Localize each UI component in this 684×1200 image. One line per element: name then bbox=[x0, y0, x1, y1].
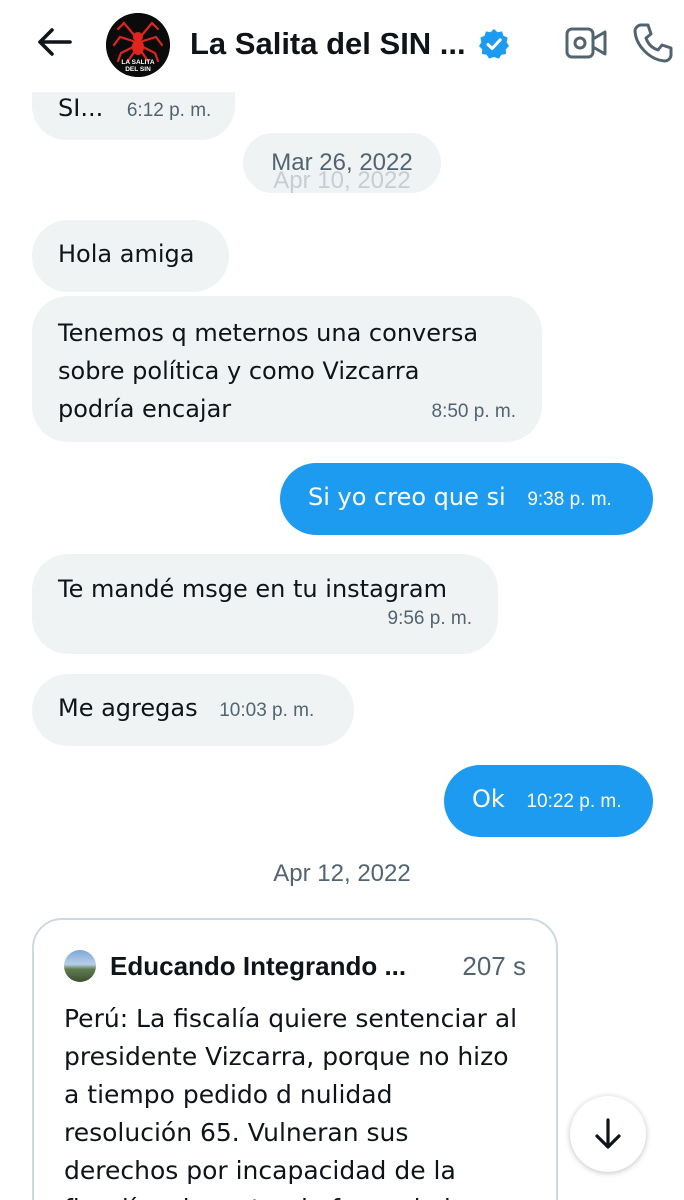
spider-logo-icon: LA SALITA DEL SIN bbox=[106, 13, 170, 77]
avatar[interactable]: LA SALITA DEL SIN bbox=[106, 13, 170, 77]
date-separator-label: Mar 26, 2022 bbox=[271, 149, 413, 176]
message-time: 10:22 p. m. bbox=[526, 791, 622, 812]
arrow-down-icon bbox=[595, 1118, 621, 1149]
date-separator: Apr 12, 2022 bbox=[273, 860, 411, 887]
conversation-title: La Salita del SIN ... bbox=[190, 26, 466, 61]
video-call-button[interactable] bbox=[564, 24, 608, 62]
message-bubble-incoming[interactable]: Me agregas 10:03 p. m. bbox=[32, 674, 354, 746]
tweet-line: a tiempo pedido d nulidad bbox=[64, 1080, 393, 1109]
tweet-author-avatar bbox=[64, 950, 96, 982]
tweet-text: Perú: La fiscalía quiere sentenciar al p… bbox=[64, 1000, 526, 1200]
message-time: 9:38 p. m. bbox=[527, 489, 612, 510]
message-time: 6:12 p. m. bbox=[126, 100, 212, 121]
message-bubble-incoming[interactable]: Hola amiga bbox=[32, 220, 229, 292]
message-text: Ok bbox=[472, 785, 505, 813]
message-bubble-incoming[interactable]: Tenemos q meternos una conversa sobre po… bbox=[32, 296, 542, 442]
message-text: Hola amiga bbox=[58, 240, 195, 268]
message-time: 10:03 p. m. bbox=[219, 700, 315, 721]
message-bubble-incoming[interactable]: Te mandé msge en tu instagram 9:56 p. m. bbox=[32, 554, 498, 654]
tweet-author-name: Educando Integrando ... bbox=[110, 950, 407, 981]
verified-badge-icon bbox=[478, 29, 509, 59]
tweet-line: derechos por incapacidad de la bbox=[64, 1156, 456, 1185]
back-button[interactable] bbox=[30, 22, 78, 62]
tweet-timestamp: 207 s bbox=[462, 950, 526, 981]
avatar-text-line2: DEL SIN bbox=[125, 66, 151, 73]
message-text: Si yo creo que si bbox=[308, 483, 506, 511]
message-time: 8:50 p. m. bbox=[431, 401, 517, 422]
phone-call-button[interactable] bbox=[632, 22, 674, 64]
shared-tweet-card[interactable]: Educando Integrando ... 207 s Perú: La f… bbox=[32, 918, 558, 1200]
phone-icon bbox=[633, 23, 673, 63]
tweet-line: presidente Vizcarra, porque no hizo bbox=[64, 1042, 509, 1071]
conversation-header: LA SALITA DEL SIN La Salita del SIN ... bbox=[0, 0, 684, 92]
message-line: Tenemos q meternos una conversa bbox=[58, 319, 479, 347]
message-text: Te mandé msge en tu instagram bbox=[58, 575, 447, 603]
arrow-left-icon bbox=[38, 28, 72, 56]
tweet-header: Educando Integrando ... 207 s bbox=[64, 948, 526, 984]
message-line: sobre política y como Vizcarra bbox=[58, 357, 420, 385]
date-separator-sticky: Apr 10, 2022 Mar 26, 2022 bbox=[243, 133, 441, 193]
message-text: SI... bbox=[58, 94, 104, 122]
message-bubble-outgoing[interactable]: Ok 10:22 p. m. bbox=[444, 765, 653, 837]
message-time: 9:56 p. m. bbox=[387, 608, 473, 629]
message-bubble-outgoing[interactable]: Si yo creo que si 9:38 p. m. bbox=[280, 463, 653, 535]
tweet-line: fiscalía q ha actuado fuera de ley... bbox=[64, 1190, 526, 1200]
tweet-line: resolución 65. Vulneran sus bbox=[64, 1118, 409, 1147]
scroll-to-bottom-button[interactable] bbox=[570, 1096, 646, 1172]
message-line: podría encajar bbox=[58, 395, 232, 423]
video-call-icon bbox=[565, 27, 607, 59]
conversation-title-group[interactable]: La Salita del SIN ... bbox=[190, 22, 510, 66]
tweet-line: Perú: La fiscalía quiere sentenciar al bbox=[64, 1004, 518, 1033]
avatar-text-line1: LA SALITA bbox=[121, 59, 155, 66]
message-text: Me agregas bbox=[58, 694, 198, 722]
